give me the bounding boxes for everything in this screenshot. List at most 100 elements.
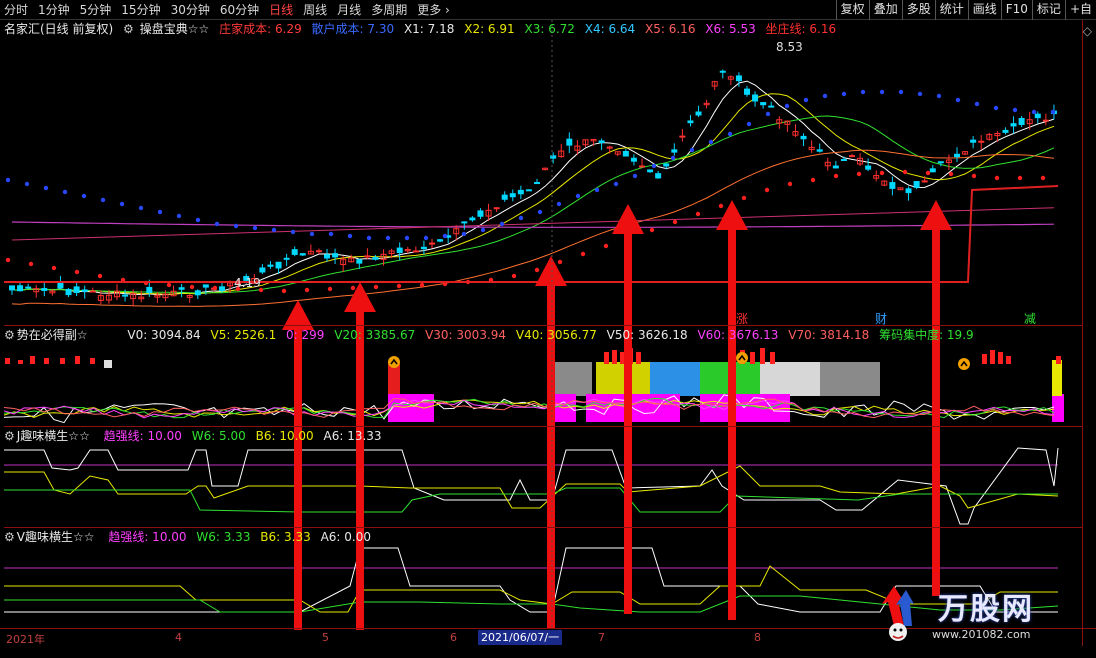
signal-arrow-head bbox=[612, 204, 644, 234]
add-self-button[interactable]: +自 bbox=[1064, 0, 1096, 20]
panel-divider[interactable] bbox=[4, 325, 1082, 326]
panel4-qiang: 趋强线: 10.00 bbox=[108, 530, 187, 544]
resistance-dot bbox=[822, 93, 828, 99]
candle-body bbox=[73, 286, 80, 294]
resistance-dot bbox=[81, 193, 87, 199]
resistance-dot bbox=[62, 189, 68, 195]
settings-icon[interactable]: ⚙ bbox=[123, 22, 134, 36]
resistance-dot bbox=[499, 221, 505, 227]
red-tick bbox=[30, 356, 35, 364]
resistance-dot bbox=[993, 105, 999, 111]
panel-divider[interactable] bbox=[4, 426, 1082, 427]
resistance-dot bbox=[537, 209, 543, 215]
red-tick bbox=[75, 356, 80, 364]
resistance-dot bbox=[24, 181, 30, 187]
resistance-dot bbox=[309, 231, 315, 237]
resistance-dot bbox=[423, 235, 429, 241]
high-price-label: 8.53 bbox=[776, 40, 803, 54]
statistics-button[interactable]: 统计 bbox=[934, 0, 968, 20]
tab-fenshi[interactable]: 分时 bbox=[4, 2, 28, 18]
xtick: 5 bbox=[322, 631, 329, 644]
candle-body bbox=[889, 182, 896, 189]
candle-body bbox=[81, 289, 88, 292]
candle-body bbox=[299, 253, 306, 256]
panel4-title[interactable]: V趣味横生☆☆ bbox=[17, 530, 95, 544]
panel3-title[interactable]: J趣味横生☆☆ bbox=[17, 429, 90, 443]
chip-bar bbox=[554, 362, 592, 396]
chip-bar bbox=[1052, 360, 1062, 396]
tab-30min[interactable]: 30分钟 bbox=[171, 2, 210, 18]
settings-icon[interactable]: ⚙ bbox=[4, 328, 15, 342]
support-dot bbox=[695, 211, 701, 217]
panel3-w6: W6: 5.00 bbox=[191, 429, 246, 443]
tab-monthly[interactable]: 月线 bbox=[337, 2, 361, 18]
red-tick bbox=[990, 350, 995, 364]
resistance-dot bbox=[651, 163, 657, 169]
resistance-dot bbox=[575, 193, 581, 199]
candle-body bbox=[566, 138, 573, 146]
candle-body bbox=[267, 264, 274, 267]
candle-body bbox=[970, 139, 977, 143]
overlay-button[interactable]: 叠加 bbox=[868, 0, 902, 20]
resistance-dot bbox=[613, 181, 619, 187]
candle-body bbox=[550, 155, 557, 159]
resistance-dot bbox=[689, 147, 695, 153]
candle-body bbox=[1042, 119, 1049, 122]
oscillator-line bbox=[3, 397, 1055, 419]
tab-60min[interactable]: 60分钟 bbox=[220, 2, 259, 18]
tab-daily[interactable]: 日线 bbox=[269, 2, 293, 18]
tab-multi-period[interactable]: 多周期 bbox=[371, 2, 407, 18]
tab-5min[interactable]: 5分钟 bbox=[80, 2, 112, 18]
w6-line bbox=[4, 465, 1059, 509]
panel3-header: ⚙ J趣味横生☆☆ 趋强线: 10.00 W6: 5.00 B6: 10.00 A… bbox=[0, 429, 388, 443]
multi-stock-button[interactable]: 多股 bbox=[901, 0, 935, 20]
support-dot bbox=[1017, 175, 1023, 181]
red-tick bbox=[998, 352, 1003, 364]
v50-value: V50: 3626.18 bbox=[606, 328, 688, 342]
candle-body bbox=[832, 165, 839, 169]
chip-bar bbox=[596, 362, 650, 396]
candle-body bbox=[9, 285, 15, 291]
xtick: 6 bbox=[450, 631, 457, 644]
signal-arrow-shaft bbox=[728, 226, 736, 620]
candle-body bbox=[816, 149, 823, 152]
draw-line-button[interactable]: 画线 bbox=[967, 0, 1001, 20]
candle-body bbox=[954, 153, 960, 158]
resistance-dot bbox=[347, 233, 353, 239]
indicator-name[interactable]: 操盘宝典☆☆ bbox=[140, 22, 210, 36]
mark-button[interactable]: 标记 bbox=[1031, 0, 1065, 20]
resistance-dot bbox=[841, 91, 847, 97]
diamond-icon[interactable]: ◇ bbox=[1083, 24, 1092, 38]
candle-body bbox=[509, 193, 516, 198]
resistance-dot bbox=[1012, 107, 1018, 113]
candle-body bbox=[1010, 123, 1017, 127]
panel-divider[interactable] bbox=[4, 527, 1082, 528]
resistance-dot bbox=[765, 111, 771, 117]
panel2-title[interactable]: 势在必得副☆ bbox=[17, 328, 88, 342]
period-tabs: 分时 1分钟 5分钟 15分钟 30分钟 60分钟 日线 周线 月线 多周期 更… bbox=[4, 2, 460, 18]
f10-button[interactable]: F10 bbox=[1000, 0, 1032, 20]
support-dot bbox=[51, 265, 57, 271]
signal-arrow-shaft bbox=[624, 230, 632, 614]
support-dot bbox=[304, 287, 310, 293]
tab-1min[interactable]: 1分钟 bbox=[38, 2, 70, 18]
candle-body bbox=[501, 194, 508, 200]
tab-more[interactable]: 更多 › bbox=[417, 2, 450, 18]
settings-icon[interactable]: ⚙ bbox=[4, 429, 15, 443]
ma10-line bbox=[11, 93, 1055, 295]
tab-15min[interactable]: 15分钟 bbox=[121, 2, 160, 18]
settings-icon[interactable]: ⚙ bbox=[4, 530, 15, 544]
watermark-logo: 万股网 www.201082.com bbox=[874, 582, 1064, 646]
support-dot bbox=[787, 181, 793, 187]
xtick: 4 bbox=[175, 631, 182, 644]
resistance-dot bbox=[328, 231, 334, 237]
candle-body bbox=[219, 286, 225, 292]
fuquan-button[interactable]: 复权 bbox=[835, 0, 869, 20]
candle-body bbox=[477, 210, 484, 217]
candle-body bbox=[437, 239, 444, 242]
resistance-dot bbox=[518, 215, 524, 221]
candle-body bbox=[461, 221, 468, 224]
tab-weekly[interactable]: 周线 bbox=[303, 2, 327, 18]
main-indicator-bar: 名家汇(日线 前复权) ⚙ 操盘宝典☆☆ 庄家成本: 6.29 散户成本: 7.3… bbox=[0, 20, 1096, 38]
v5-value: V5: 2526.1 bbox=[210, 328, 277, 342]
